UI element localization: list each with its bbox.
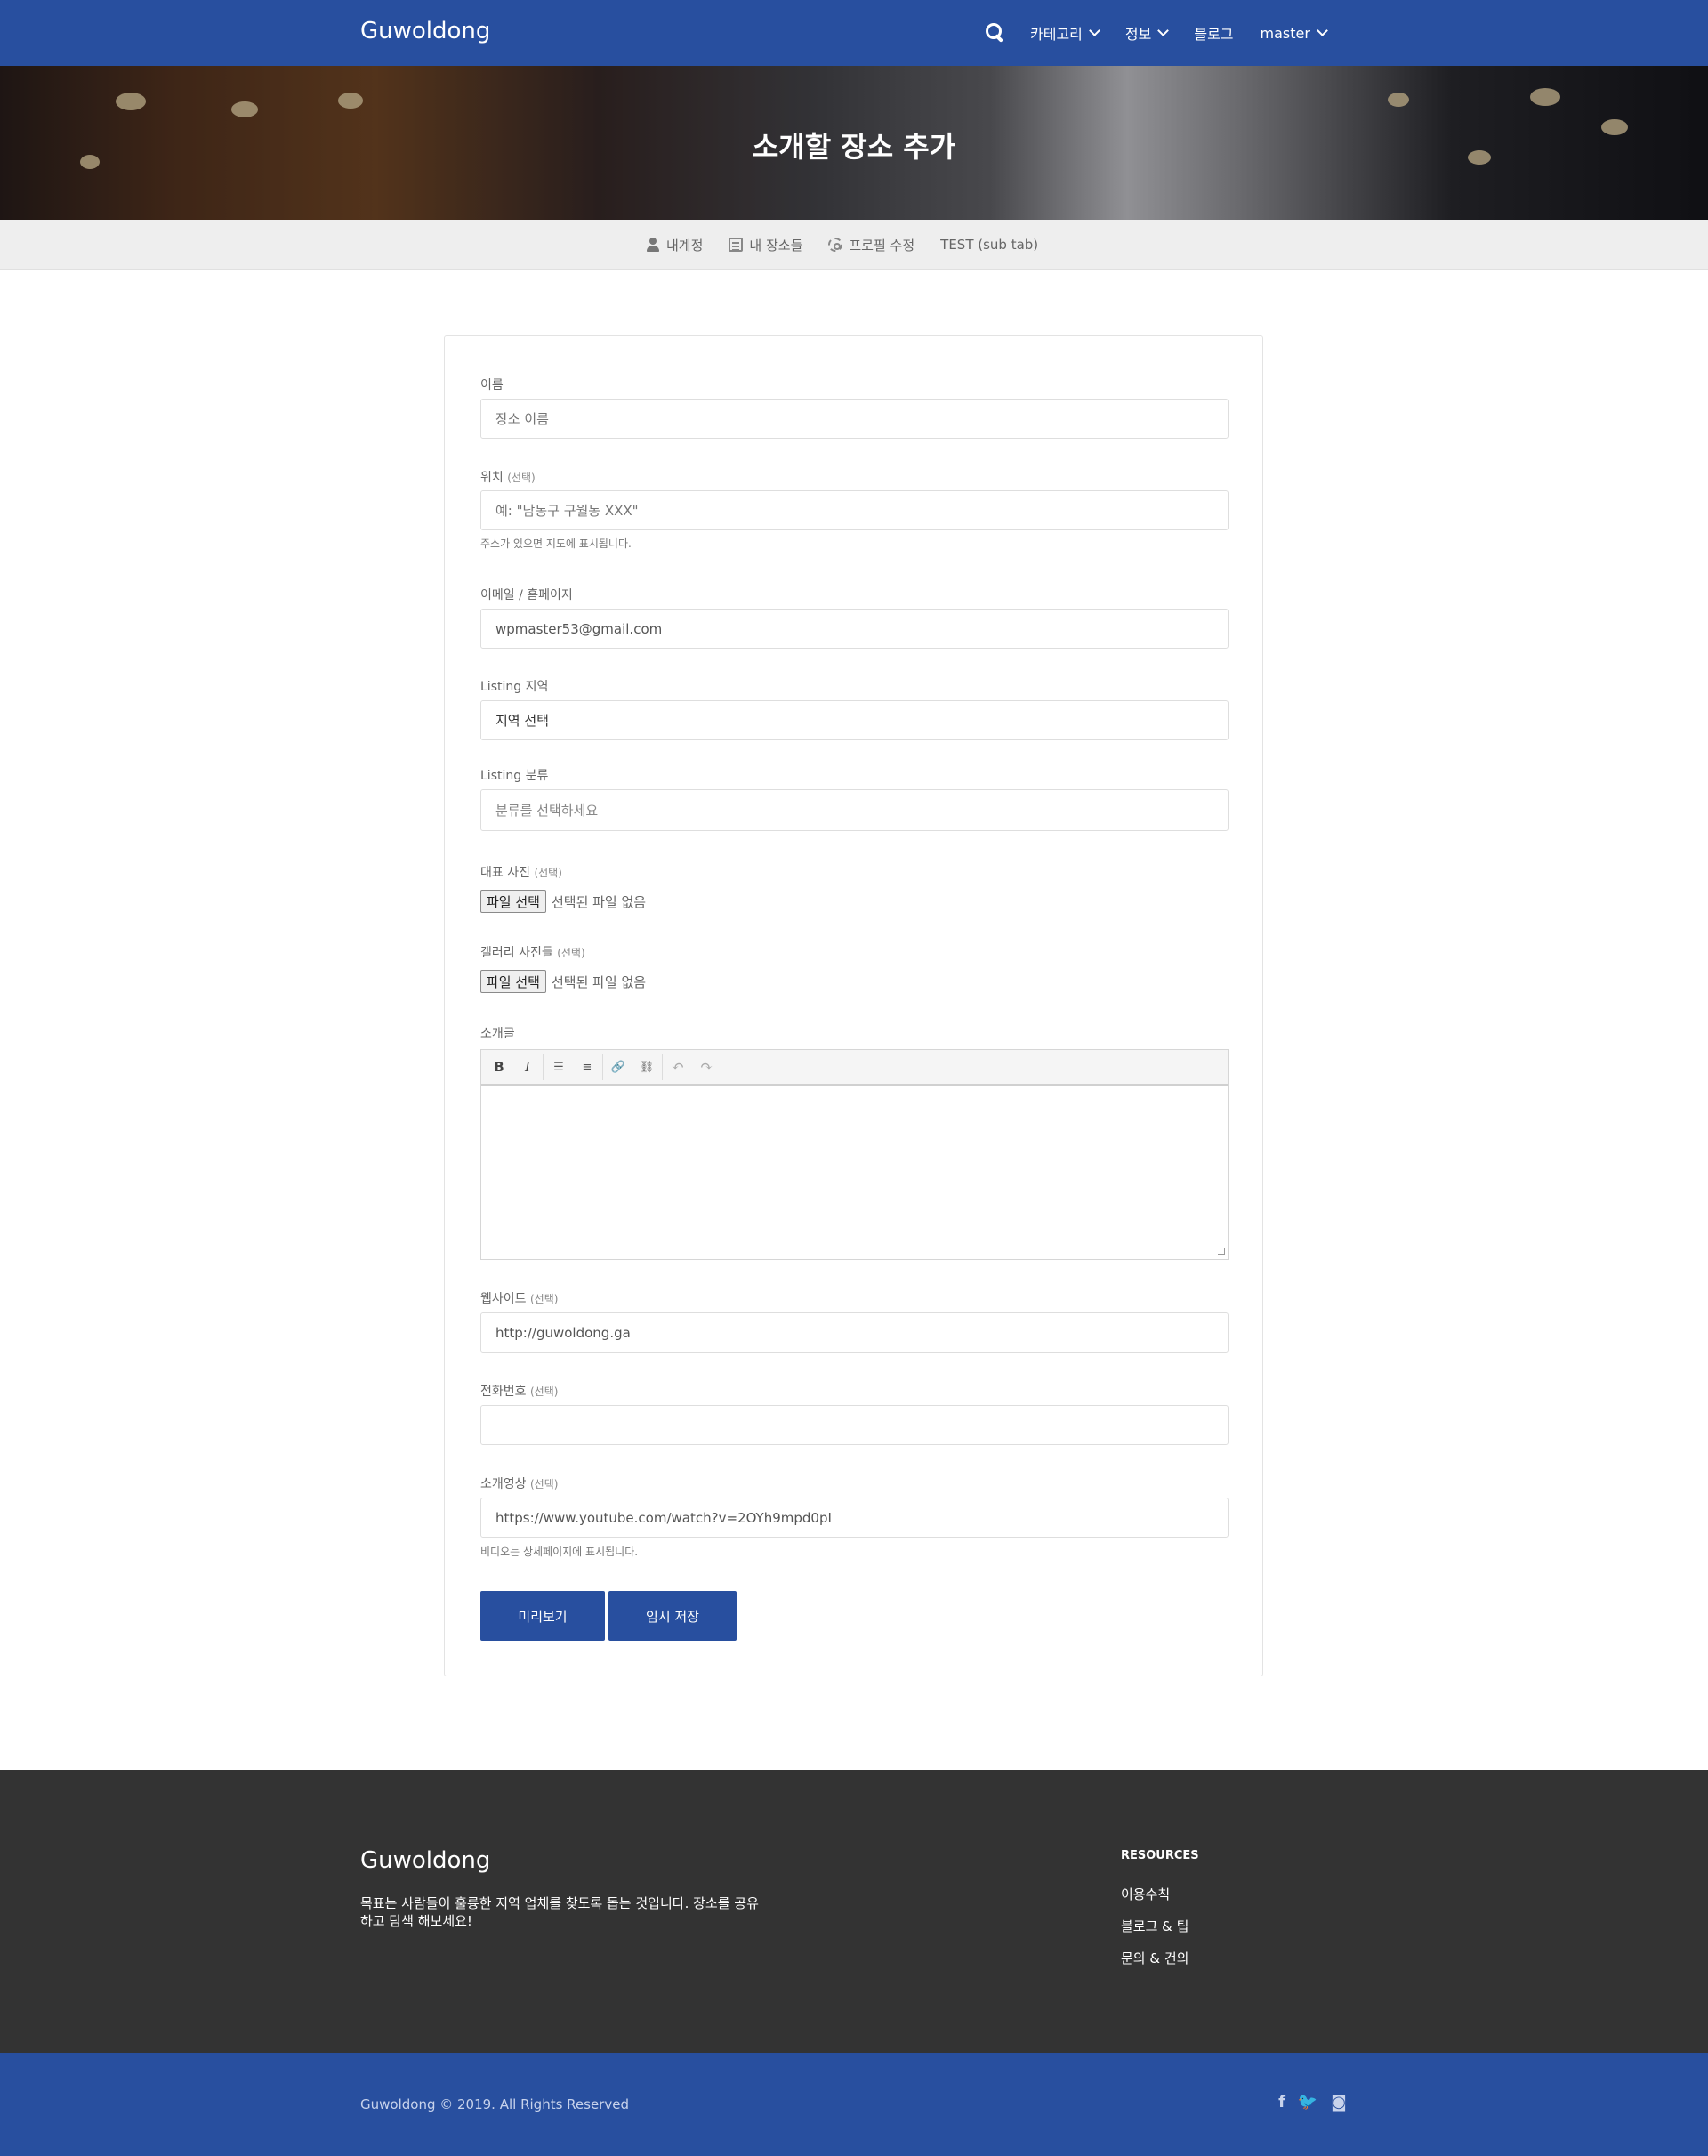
subtabs-list: 내계정 내 장소들 프로필 수정 TEST (sub tab) <box>646 220 1064 270</box>
preview-button[interactable]: 미리보기 <box>480 1591 605 1641</box>
instagram-icon[interactable]: ◙ <box>1329 2092 1349 2112</box>
nav-item-label: 블로그 <box>1194 26 1234 43</box>
category-select[interactable]: 분류를 선택하세요 <box>480 789 1229 831</box>
editor-statusbar <box>481 1239 1228 1257</box>
nav-menu: 카테고리 정보 블로그 master <box>984 0 1353 66</box>
gear-icon <box>828 238 843 252</box>
featured-photo-status: 선택된 파일 없음 <box>551 893 647 910</box>
location-help-text: 주소가 있으면 지도에 표시됩니다. <box>480 537 632 550</box>
location-input[interactable] <box>480 490 1229 530</box>
description-label: 소개글 <box>480 1027 515 1041</box>
tab-my-places[interactable]: 내 장소들 <box>729 236 802 254</box>
tab-label: 내계정 <box>666 237 704 254</box>
nav-item-info[interactable]: 정보 <box>1124 22 1170 44</box>
nav-item-label: 카테고리 <box>1030 26 1083 43</box>
document-icon <box>729 238 744 252</box>
page-title: 소개할 장소 추가 <box>752 130 956 164</box>
search-icon[interactable] <box>984 21 1007 44</box>
bullet-list-icon[interactable]: ☰ <box>544 1053 573 1081</box>
account-subtabs: 내계정 내 장소들 프로필 수정 TEST (sub tab) <box>0 220 1708 270</box>
nav-item-user-menu[interactable]: master <box>1260 24 1328 42</box>
website-field[interactable]: http://guwoldong.ga <box>480 1312 1229 1353</box>
name-input[interactable] <box>480 399 1229 439</box>
italic-icon[interactable]: I <box>513 1053 542 1081</box>
undo-icon[interactable]: ↶ <box>664 1053 692 1081</box>
chevron-down-icon <box>1317 24 1328 36</box>
phone-field[interactable] <box>480 1405 1229 1445</box>
tab-edit-profile[interactable]: 프로필 수정 <box>828 236 914 254</box>
region-label: Listing 지역 <box>480 680 549 694</box>
nav-item-blog[interactable]: 블로그 <box>1194 22 1233 44</box>
footer-bottom-bar: Guwoldong © 2019. All Rights Reserved f … <box>0 2053 1708 2156</box>
site-logo[interactable]: Guwoldong <box>360 18 490 44</box>
redo-icon[interactable]: ↷ <box>692 1053 721 1081</box>
copyright-text: Guwoldong © 2019. All Rights Reserved <box>360 2096 629 2112</box>
footer-logo: Guwoldong <box>360 1847 491 1874</box>
gallery-status: 선택된 파일 없음 <box>551 973 647 990</box>
twitter-icon[interactable]: 🐦 <box>1298 2092 1317 2112</box>
location-label: 위치 (선택) <box>480 471 536 485</box>
editor-toolbar: B I ☰ ≡ 🔗 ⛓ ↶ ↷ <box>481 1050 1228 1086</box>
footer-link-blog[interactable]: 블로그 & 팁 <box>1121 1917 1188 1935</box>
category-label: Listing 분류 <box>480 769 549 783</box>
chevron-down-icon <box>1157 24 1170 36</box>
featured-photo-file-button[interactable]: 파일 선택 <box>480 890 546 913</box>
tab-my-account[interactable]: 내계정 <box>646 236 703 254</box>
video-label: 소개영상 (선택) <box>480 1477 559 1491</box>
footer-resources-heading: RESOURCES <box>1121 1849 1199 1862</box>
nav-item-category[interactable]: 카테고리 <box>1030 22 1100 44</box>
add-place-form: 이름 위치 (선택) 주소가 있으면 지도에 표시됩니다. 이메일 / 홈페이지… <box>444 335 1263 1676</box>
email-field[interactable]: wpmaster53@gmail.com <box>480 609 1229 649</box>
website-label: 웹사이트 (선택) <box>480 1292 559 1306</box>
numbered-list-icon[interactable]: ≡ <box>573 1053 601 1081</box>
tab-label: 내 장소들 <box>749 237 803 254</box>
region-select[interactable]: 지역 선택 <box>480 700 1229 740</box>
chevron-down-icon <box>1089 24 1100 36</box>
save-draft-button[interactable]: 임시 저장 <box>608 1591 737 1641</box>
toolbar-divider <box>543 1054 544 1080</box>
phone-label: 전화번호 (선택) <box>480 1385 559 1399</box>
footer-link-terms[interactable]: 이용수칙 <box>1121 1885 1170 1903</box>
nav-item-label: 정보 <box>1124 26 1152 43</box>
top-navbar: Guwoldong 카테고리 정보 블로그 master <box>0 0 1708 66</box>
toolbar-divider <box>602 1054 603 1080</box>
facebook-icon[interactable]: f <box>1272 2092 1292 2112</box>
email-label: 이메일 / 홈페이지 <box>480 588 573 602</box>
toolbar-divider <box>662 1054 663 1080</box>
video-help-text: 비디오는 상세페이지에 표시됩니다. <box>480 1546 639 1558</box>
featured-photo-picker: 파일 선택 선택된 파일 없음 <box>480 890 646 913</box>
site-footer: Guwoldong 목표는 사람들이 훌륭한 지역 업체를 찾도록 돕는 것입니… <box>0 1770 1708 2053</box>
description-textarea[interactable] <box>481 1086 1228 1239</box>
gallery-file-button[interactable]: 파일 선택 <box>480 970 546 993</box>
tab-label: 프로필 수정 <box>849 237 915 254</box>
resize-handle-icon[interactable] <box>1218 1248 1225 1255</box>
nav-item-label: master <box>1260 24 1310 42</box>
description-editor: B I ☰ ≡ 🔗 ⛓ ↶ ↷ <box>480 1049 1229 1260</box>
bold-icon[interactable]: B <box>485 1053 513 1081</box>
user-icon <box>646 238 660 252</box>
gallery-picker: 파일 선택 선택된 파일 없음 <box>480 970 646 993</box>
footer-description: 목표는 사람들이 훌륭한 지역 업체를 찾도록 돕는 것입니다. 장소를 공유하… <box>360 1895 759 1929</box>
name-label: 이름 <box>480 378 504 392</box>
footer-link-contact[interactable]: 문의 & 건의 <box>1121 1949 1188 1967</box>
hero-banner: 소개할 장소 추가 <box>0 66 1708 220</box>
gallery-label: 갤러리 사진들 (선택) <box>480 946 585 960</box>
tab-test-sub[interactable]: TEST (sub tab) <box>940 237 1038 253</box>
link-icon[interactable]: 🔗 <box>604 1053 632 1081</box>
featured-photo-label: 대표 사진 (선택) <box>480 866 562 880</box>
tab-label: TEST (sub tab) <box>940 237 1039 253</box>
video-field[interactable]: https://www.youtube.com/watch?v=2OYh9mpd… <box>480 1498 1229 1538</box>
unlink-icon[interactable]: ⛓ <box>632 1053 661 1081</box>
